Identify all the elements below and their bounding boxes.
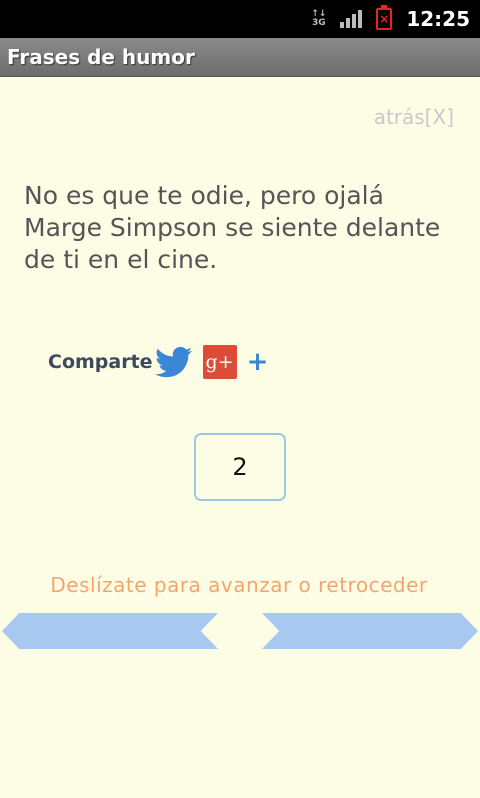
app-title: Frases de humor [7,45,195,69]
signal-icon [340,10,363,28]
back-link[interactable]: atrás[X] [374,105,454,129]
swipe-hint: Deslízate para avanzar o retroceder [50,573,428,597]
clock: 12:25 [406,7,470,31]
status-bar: ↑↓ 3G × 12:25 [0,0,480,38]
previous-arrow[interactable] [2,613,218,649]
share-label: Comparte [48,351,153,373]
quote-counter: 2 [194,433,286,501]
share-row: Comparte g+ + [48,342,268,382]
network-icon: ↑↓ 3G [311,9,327,28]
more-share-icon[interactable]: + [247,349,269,375]
next-arrow[interactable] [262,613,478,649]
app-title-bar: Frases de humor [0,38,480,77]
status-icons: ↑↓ 3G × 12:25 [311,5,470,32]
network-type: 3G [311,18,326,28]
google-plus-icon[interactable]: g+ [202,345,237,379]
twitter-icon[interactable] [154,346,193,378]
battery-empty-icon: × [376,5,393,30]
quote-text: No es que te odie, pero ojalá Marge Simp… [24,181,441,274]
